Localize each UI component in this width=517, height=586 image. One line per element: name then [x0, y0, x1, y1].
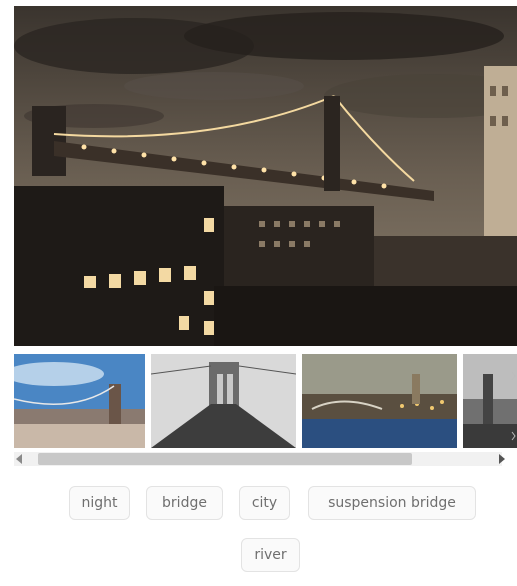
- horizontal-scrollbar[interactable]: [14, 452, 505, 466]
- image-viewer: night bridge city suspension bridge rive…: [14, 6, 517, 586]
- scroll-left-arrow-icon[interactable]: [16, 454, 22, 464]
- strip-scroll-indicators: [510, 366, 517, 446]
- tag-bridge[interactable]: bridge: [146, 486, 223, 520]
- thumbnail-2[interactable]: [151, 354, 296, 448]
- thumbnail-4[interactable]: [463, 354, 517, 448]
- tag-river[interactable]: river: [241, 538, 300, 572]
- thumbnail-3[interactable]: [302, 354, 457, 448]
- tag-suspension-bridge[interactable]: suspension bridge: [308, 486, 476, 520]
- scrollbar-thumb[interactable]: [38, 453, 412, 465]
- tag-night[interactable]: night: [69, 486, 130, 520]
- scroll-right-arrow-icon[interactable]: [499, 454, 505, 464]
- thumbnail-1[interactable]: [14, 354, 145, 448]
- thumbnail-strip[interactable]: [14, 354, 517, 448]
- main-photo-night-bridge: [14, 6, 517, 346]
- tag-city[interactable]: city: [239, 486, 290, 520]
